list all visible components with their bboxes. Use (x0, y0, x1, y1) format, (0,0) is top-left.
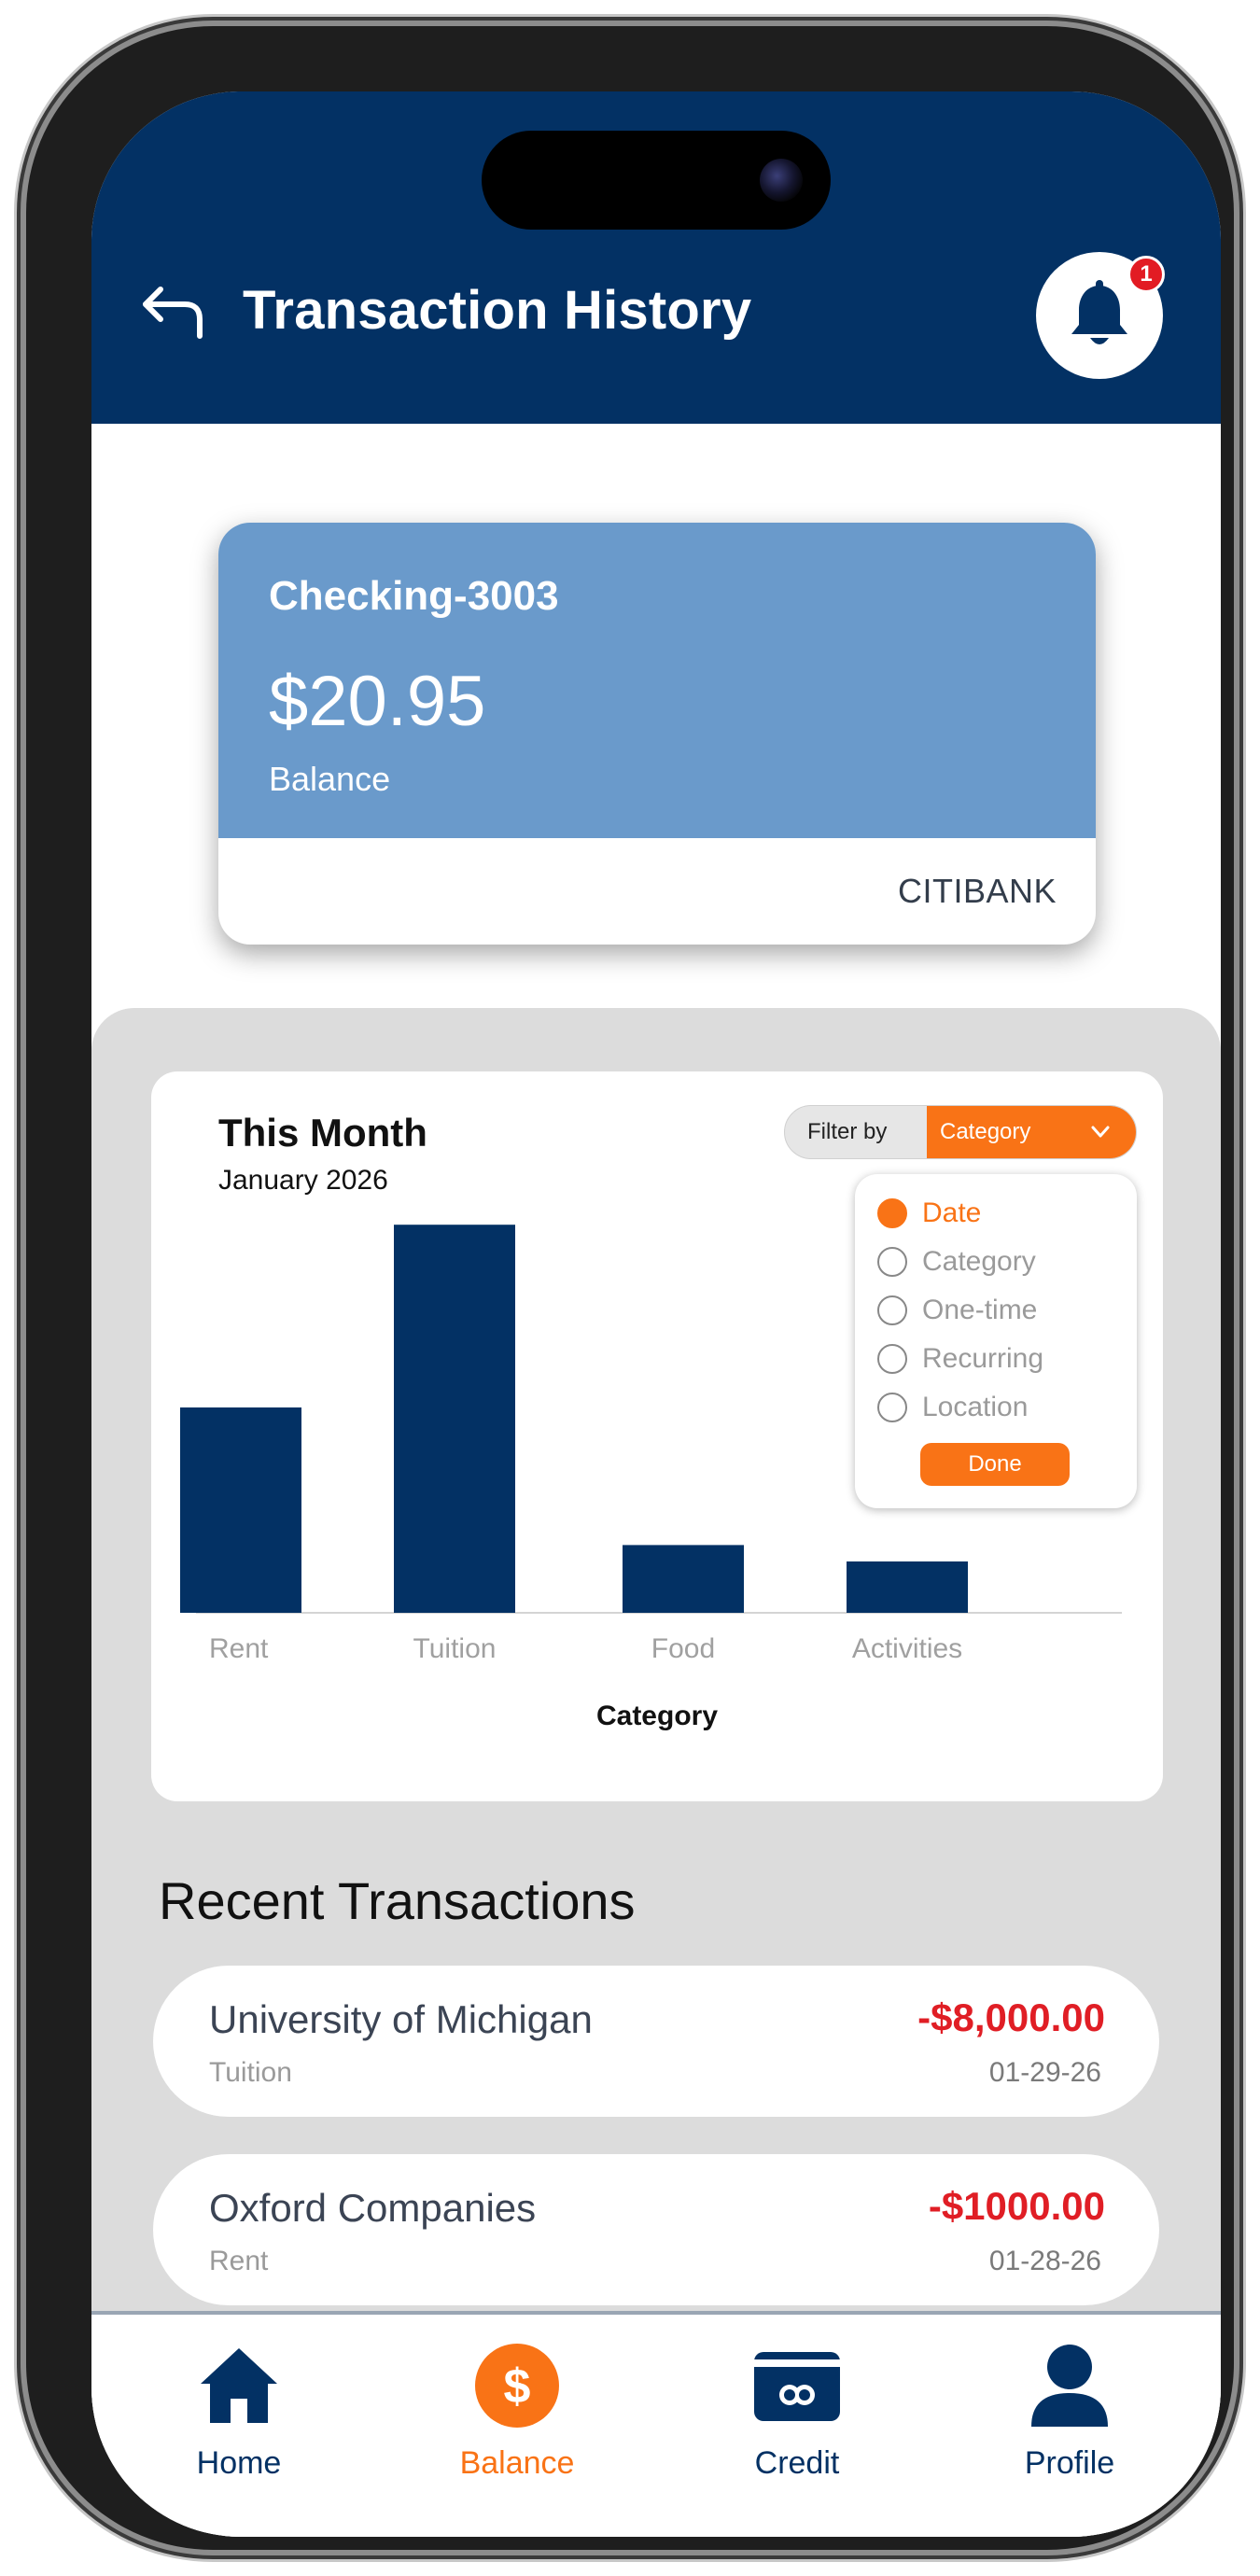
transaction-date: 01-29-26 (988, 2057, 1101, 2088)
nav-item-home[interactable]: Home (146, 2315, 332, 2501)
account-card-top: Checking-3003 $20.95 Balance (218, 523, 1096, 838)
transaction-amount: -$8,000.00 (917, 1995, 1105, 2039)
transaction-date: 01-28-26 (988, 2246, 1101, 2276)
balance-label: Balance (269, 760, 391, 798)
radio-one-time[interactable] (877, 1295, 907, 1325)
svg-text:$: $ (504, 2359, 531, 2414)
account-name: Checking-3003 (269, 573, 559, 619)
chevron-down-icon (1091, 1126, 1110, 1138)
camera-lens (760, 159, 803, 202)
chart-title: This Month (218, 1111, 427, 1155)
transaction-merchant: University of Michigan (209, 1997, 593, 2041)
transaction-category: Rent (209, 2246, 269, 2276)
bar-tuition[interactable] (394, 1225, 515, 1613)
nav-label: Credit (754, 2445, 840, 2481)
nav-item-profile[interactable]: Profile (976, 2315, 1163, 2501)
filter-option-label: Category (922, 1246, 1036, 1277)
nav-item-credit[interactable]: Credit (704, 2315, 890, 2501)
nav-item-balance[interactable]: $ Balance (424, 2315, 610, 2501)
filter-option-category[interactable]: Category (877, 1243, 1036, 1281)
transaction-amount: -$1000.00 (928, 2184, 1105, 2228)
x-tick-label: Tuition (413, 1633, 497, 1664)
account-card[interactable]: Checking-3003 $20.95 Balance CITIBANK (218, 523, 1096, 945)
credit-card-icon (754, 2352, 840, 2421)
nav-label: Profile (1024, 2445, 1115, 2481)
done-button[interactable]: Done (920, 1443, 1070, 1486)
bell-icon (1071, 280, 1127, 344)
transaction-merchant: Oxford Companies (209, 2186, 537, 2230)
filter-value: Category (940, 1119, 1031, 1144)
home-icon (201, 2348, 277, 2423)
radio-recurring[interactable] (877, 1344, 907, 1374)
radio-location[interactable] (877, 1393, 907, 1422)
filter-option-date[interactable]: Date (877, 1195, 981, 1232)
filter-option-recurring[interactable]: Recurring (877, 1340, 1043, 1378)
filter-option-label: One-time (922, 1295, 1038, 1325)
filter-by-dropdown[interactable]: Filter by Category (784, 1105, 1137, 1159)
bar-food[interactable] (623, 1545, 744, 1613)
radio-date[interactable] (877, 1198, 907, 1228)
phone-frame: Transaction History 1 Checking-3003 $20.… (26, 26, 1234, 2550)
bar-activities[interactable] (847, 1561, 968, 1613)
dynamic-island (482, 131, 831, 230)
profile-icon (1031, 2345, 1108, 2427)
x-tick-label: Food (651, 1633, 715, 1664)
page-title: Transaction History (243, 280, 752, 341)
filter-option-one-time[interactable]: One-time (877, 1292, 1037, 1329)
filter-option-location[interactable]: Location (877, 1389, 1028, 1426)
dollar-icon: $ (475, 2344, 559, 2428)
nav-label: Balance (459, 2445, 575, 2481)
filter-options-menu: Date Category One-time Recurring Locatio… (855, 1174, 1137, 1508)
app-screen: Transaction History 1 Checking-3003 $20.… (91, 91, 1221, 2537)
notification-badge: 1 (1127, 256, 1165, 293)
bar-rent[interactable] (180, 1407, 301, 1613)
x-tick-label: Activities (852, 1633, 962, 1664)
transaction-row[interactable]: Oxford Companies Rent -$1000.00 01-28-26 (153, 2154, 1159, 2305)
filter-option-label: Location (922, 1392, 1029, 1422)
transaction-row[interactable]: University of Michigan Tuition -$8,000.0… (153, 1966, 1159, 2117)
filter-option-label: Recurring (922, 1343, 1044, 1374)
recent-transactions-title: Recent Transactions (159, 1871, 636, 1930)
bottom-navigation: Home $ Balance Credit Profile (91, 2311, 1221, 2537)
x-axis-label: Category (596, 1701, 718, 1731)
filter-label: Filter by (807, 1119, 888, 1144)
back-arrow-icon[interactable] (134, 284, 209, 343)
filter-select[interactable]: Category (927, 1106, 1136, 1158)
chart-subtitle: January 2026 (218, 1165, 388, 1196)
x-tick-label: Rent (209, 1633, 269, 1664)
radio-category[interactable] (877, 1247, 907, 1277)
account-balance: $20.95 (269, 662, 486, 741)
nav-label: Home (196, 2445, 282, 2481)
transaction-category: Tuition (209, 2057, 292, 2088)
bank-name: CITIBANK (897, 872, 1057, 910)
filter-option-label: Date (922, 1197, 982, 1228)
